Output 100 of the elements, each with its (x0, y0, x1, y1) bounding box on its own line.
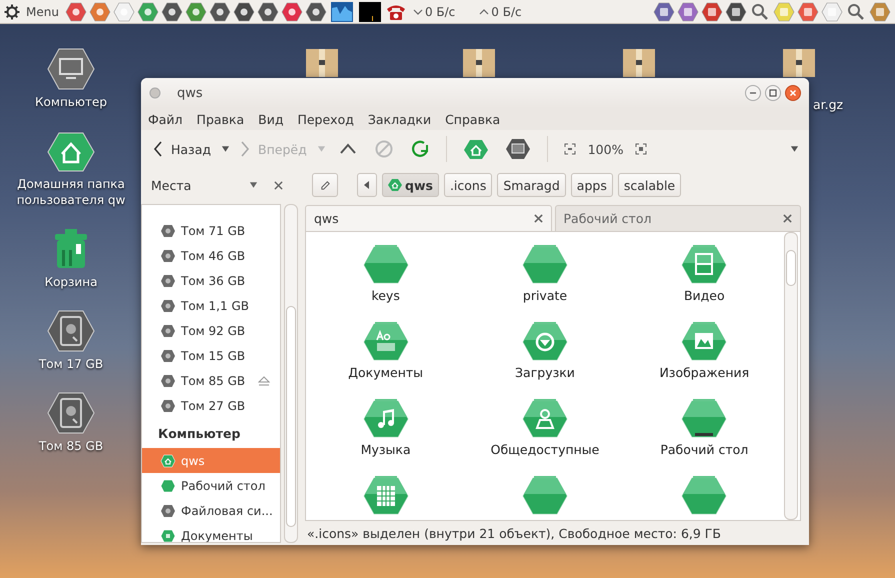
download-speed: 0 Б/с (424, 4, 456, 18)
folder-icon[interactable] (681, 475, 728, 515)
gear-icon[interactable] (4, 4, 20, 20)
home-folder-icon[interactable] (47, 130, 95, 172)
pencil-icon (320, 180, 330, 190)
monitor-icon[interactable] (47, 48, 95, 90)
file-name[interactable]: private (522, 288, 568, 303)
menu-item[interactable]: Вид (258, 112, 284, 126)
graph-monitor-icon[interactable] (330, 2, 353, 22)
desktop-icon-label[interactable]: Том 85 GB (38, 438, 104, 454)
sidebar-item[interactable]: Том 85 GB (142, 368, 280, 393)
video-folder-icon[interactable] (681, 244, 728, 284)
edit-path-button[interactable] (312, 173, 338, 197)
archive-icon[interactable] (462, 48, 496, 77)
hexagon-icon[interactable] (304, 2, 327, 22)
minimize-button[interactable] (745, 85, 761, 101)
sidebar-item[interactable]: Том 46 GB (142, 243, 280, 268)
folder-icon[interactable] (522, 475, 568, 515)
file-name[interactable]: keys (371, 288, 400, 303)
menu-button[interactable]: Menu (26, 4, 59, 18)
file-name[interactable]: Документы (348, 365, 424, 380)
menu-item[interactable]: Файл (148, 112, 183, 126)
path-button[interactable]: apps (570, 173, 613, 197)
hexagon-icon[interactable] (701, 2, 723, 22)
hexagon-icon[interactable] (256, 2, 279, 22)
menu-item[interactable]: Переход (297, 112, 354, 126)
sidebar-item[interactable]: Том 36 GB (142, 268, 280, 293)
downloads-folder-icon[interactable] (522, 321, 568, 361)
sidebar-item[interactable]: Том 1,1 GB (142, 293, 280, 318)
path-button[interactable]: scalable (618, 173, 682, 197)
triangle-left-icon (364, 181, 370, 189)
scrollbar[interactable] (284, 204, 298, 543)
drive-icon (160, 504, 176, 518)
menu-item[interactable]: Справка (445, 112, 500, 126)
sidebar-item[interactable]: Том 15 GB (142, 343, 280, 368)
graph-monitor-icon[interactable] (358, 2, 381, 22)
monitor-icon[interactable] (504, 138, 531, 160)
back-button[interactable]: Назад (151, 139, 214, 159)
eject-icon[interactable] (258, 376, 270, 386)
hexagon-icon[interactable] (653, 2, 675, 22)
drive-icon (160, 398, 176, 412)
file-name[interactable]: Музыка (360, 442, 411, 457)
file-name[interactable]: Видео (684, 288, 725, 303)
caret-icon[interactable] (221, 146, 230, 152)
close-icon[interactable] (534, 214, 542, 223)
hexagon-icon[interactable] (232, 2, 255, 22)
desktop-icon-label[interactable]: Компьютер (35, 94, 107, 110)
hard-drive-icon[interactable] (47, 392, 95, 434)
sidebar-item[interactable]: Том 92 GB (142, 318, 280, 343)
hexagon-icon[interactable] (160, 2, 183, 22)
desktop-folder-icon[interactable] (681, 398, 728, 438)
chevron-left-icon (153, 141, 163, 157)
zoom-in-icon[interactable] (635, 143, 648, 155)
close-icon[interactable] (274, 180, 283, 190)
hexagon-icon[interactable] (280, 2, 303, 22)
grid-folder-icon[interactable] (362, 475, 409, 515)
desktop-icon-label[interactable]: Корзина (44, 274, 98, 290)
tab[interactable]: Рабочий стол (554, 205, 801, 231)
file-name[interactable]: Рабочий стол (660, 442, 748, 457)
file-name[interactable]: Загрузки (515, 365, 575, 380)
archive-icon[interactable] (305, 48, 339, 77)
zoom-out-icon[interactable] (564, 143, 576, 155)
public-folder-icon[interactable] (522, 398, 568, 438)
desktop-icon-label[interactable]: Том 17 GB (38, 356, 104, 372)
sidebar-item[interactable]: Том 27 GB (142, 393, 280, 418)
maximize-button[interactable] (765, 85, 781, 101)
path-button[interactable]: .icons (444, 173, 492, 197)
close-button[interactable] (785, 85, 801, 101)
sidebar-item[interactable]: Документы (142, 523, 280, 542)
file-name[interactable]: Изображения (659, 365, 750, 380)
caret-icon[interactable] (790, 146, 799, 152)
tab[interactable]: qws (305, 205, 552, 231)
sidebar-item[interactable]: Рабочий стол (142, 473, 280, 498)
reload-icon[interactable] (410, 139, 430, 159)
scrollbar[interactable] (784, 232, 798, 520)
hard-drive-icon[interactable] (47, 310, 95, 352)
file-name[interactable]: Общедоступные (490, 442, 600, 457)
menu-item[interactable]: Правка (196, 112, 244, 126)
close-icon[interactable] (783, 214, 792, 223)
desktop-icon-label[interactable]: ar.gz (813, 97, 844, 112)
hexagon-icon[interactable] (208, 2, 231, 22)
pictures-folder-icon[interactable] (681, 321, 728, 361)
folder-icon[interactable] (362, 244, 409, 284)
places-dropdown[interactable]: Места (151, 178, 243, 192)
sidebar-item[interactable]: Том 71 GB (142, 218, 280, 243)
path-button[interactable]: qws (382, 173, 439, 197)
music-folder-icon[interactable] (362, 398, 409, 438)
path-back-button[interactable] (357, 173, 377, 197)
archive-icon[interactable] (622, 48, 656, 77)
caret-icon[interactable] (249, 182, 258, 188)
hexagon-icon[interactable] (725, 2, 747, 22)
hexagon-icon[interactable] (677, 2, 699, 22)
sidebar-item[interactable]: Файловая си... (142, 498, 280, 523)
hexagon-icon[interactable] (64, 2, 87, 22)
documents-folder-icon[interactable] (362, 321, 409, 361)
folder-icon[interactable] (522, 244, 568, 284)
path-button[interactable]: Smaragd (497, 173, 566, 197)
menu-item[interactable]: Закладки (368, 112, 432, 126)
desktop-icon-label[interactable]: Домашняя папка пользователя qw (9, 176, 133, 208)
archive-icon[interactable] (782, 48, 816, 77)
